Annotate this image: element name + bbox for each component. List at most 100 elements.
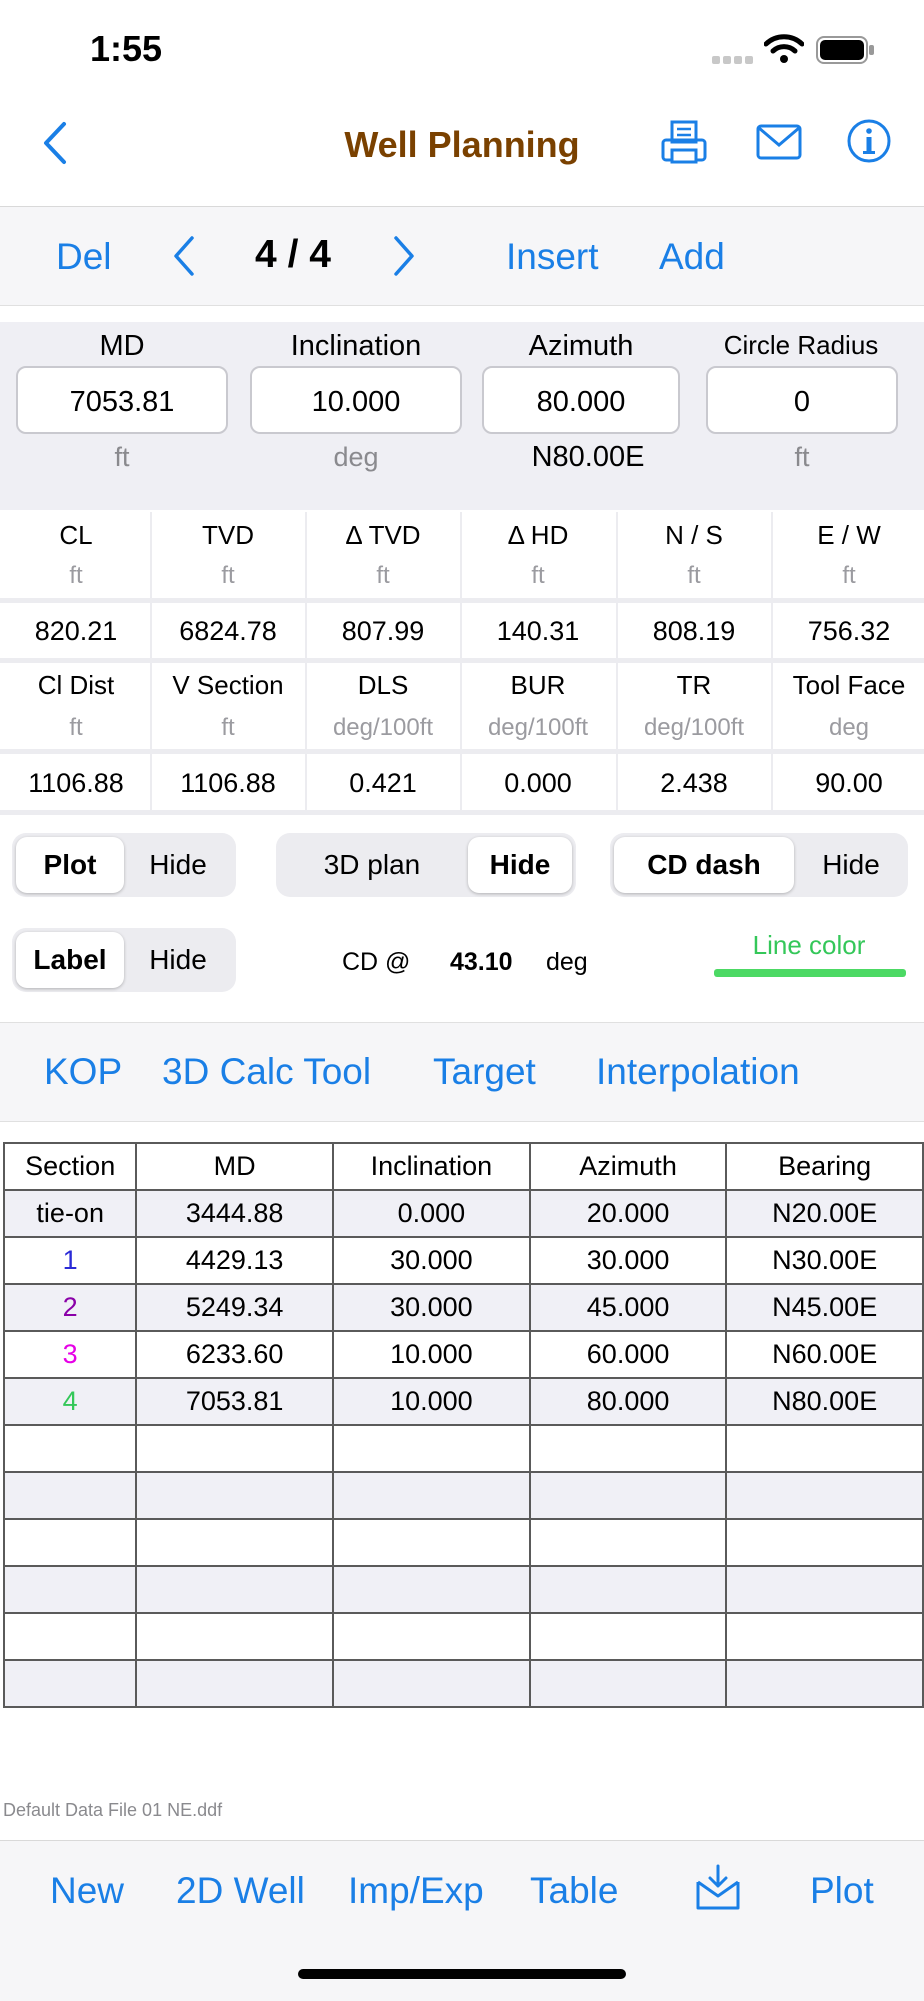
tr-header: TR	[676, 670, 712, 700]
table-cell: N30.00E	[725, 1236, 924, 1285]
tvd-header: TVD	[202, 520, 254, 550]
table-cell: 30.000	[331, 1283, 531, 1332]
next-chevron-icon[interactable]	[390, 234, 418, 278]
target-button[interactable]: Target	[433, 1051, 536, 1093]
v-section-header: V Section	[172, 670, 284, 700]
new-button[interactable]: New	[50, 1870, 124, 1912]
azimuth-bearing: N80.00E	[531, 441, 645, 473]
plan-3d-segment[interactable]: 3D plan	[280, 837, 464, 893]
table-cell: 30.000	[528, 1236, 728, 1285]
ew-value: 756.32	[807, 616, 891, 646]
inclination-input[interactable]: 10.000	[250, 366, 462, 434]
table-row[interactable]: 2 5249.34 30.000 45.000 N45.00E	[2, 1283, 924, 1332]
plot-hide-segment[interactable]: Hide	[124, 837, 232, 893]
2d-well-button[interactable]: 2D Well	[176, 1870, 305, 1912]
table-button[interactable]: Table	[530, 1870, 618, 1912]
status-time: 1:55	[90, 28, 163, 69]
previous-chevron-icon[interactable]	[170, 234, 198, 278]
line-color-button[interactable]: Line color	[712, 930, 906, 961]
delta-tvd-header: Δ TVD	[345, 520, 421, 550]
v-section-value: 1106.88	[180, 768, 276, 798]
ns-header: N / S	[665, 520, 723, 550]
delta-tvd-value: 807.99	[341, 616, 425, 646]
ew-header: E / W	[817, 520, 881, 550]
table-cell: 60.000	[528, 1330, 728, 1379]
table-header: MD	[135, 1142, 334, 1191]
md-label: MD	[99, 330, 145, 362]
dls-unit: deg/100ft	[332, 714, 434, 741]
table-cell: 7053.81	[135, 1377, 334, 1426]
table-header-row: Section MD Inclination Azimuth Bearing	[2, 1142, 924, 1191]
label-hide-segment[interactable]: Hide	[124, 932, 232, 988]
tvd-value: 6824.78	[179, 616, 277, 646]
3d-calc-tool-button[interactable]: 3D Calc Tool	[162, 1051, 371, 1093]
label-on-segment[interactable]: Label	[16, 932, 124, 988]
table-row-empty[interactable]	[2, 1565, 924, 1614]
plot-on-segment[interactable]: Plot	[16, 837, 124, 893]
delete-button[interactable]: Del	[56, 236, 112, 278]
table-cell: 4	[2, 1377, 138, 1426]
cd-angle-value[interactable]: 43.10	[450, 948, 513, 977]
table-cell: N80.00E	[725, 1377, 924, 1426]
table-header: Azimuth	[528, 1142, 728, 1191]
tvd-unit: ft	[221, 562, 235, 589]
table-cell: 20.000	[528, 1189, 728, 1238]
table-row[interactable]: 3 6233.60 10.000 60.000 N60.00E	[2, 1330, 924, 1379]
tool-face-unit: deg	[828, 714, 870, 741]
kop-button[interactable]: KOP	[44, 1051, 122, 1093]
print-icon[interactable]	[660, 118, 710, 166]
delta-hd-value: 140.31	[496, 616, 580, 646]
cl-unit: ft	[69, 562, 83, 589]
table-cell: 0.000	[331, 1189, 531, 1238]
table-header: Inclination	[331, 1142, 531, 1191]
cd-dash-segment[interactable]: CD dash	[614, 837, 794, 893]
sections-table: Section MD Inclination Azimuth Bearing t…	[2, 1142, 924, 1708]
table-cell: 10.000	[331, 1377, 531, 1426]
cd-hide-segment[interactable]: Hide	[798, 837, 904, 893]
add-button[interactable]: Add	[659, 236, 725, 278]
line-color-swatch[interactable]	[714, 969, 906, 977]
ew-unit: ft	[842, 562, 856, 589]
cd-angle-unit: deg	[546, 948, 588, 976]
v-section-unit: ft	[221, 714, 235, 741]
dls-value: 0.421	[349, 768, 417, 798]
table-cell: 45.000	[528, 1283, 728, 1332]
azimuth-input[interactable]: 80.000	[482, 366, 680, 434]
table-cell: 30.000	[331, 1236, 531, 1285]
table-cell: 3	[2, 1330, 138, 1379]
table-cell: 3444.88	[135, 1189, 334, 1238]
tool-face-header: Tool Face	[792, 670, 906, 700]
mail-icon[interactable]	[756, 124, 802, 160]
data-file-name: Default Data File 01 NE.ddf	[3, 1800, 223, 1820]
insert-button[interactable]: Insert	[506, 236, 599, 278]
plan-hide-segment[interactable]: Hide	[468, 837, 572, 893]
ns-unit: ft	[687, 562, 701, 589]
table-row-empty[interactable]	[2, 1424, 924, 1473]
section-toolbar	[0, 207, 924, 306]
table-row-empty[interactable]	[2, 1659, 924, 1708]
table-row-empty[interactable]	[2, 1471, 924, 1520]
info-icon[interactable]	[846, 118, 892, 164]
plot-toggle: Plot Hide	[12, 833, 236, 897]
table-cell: 10.000	[331, 1330, 531, 1379]
table-cell: N45.00E	[725, 1283, 924, 1332]
tool-face-value: 90.00	[815, 768, 883, 798]
closure-distance-unit: ft	[69, 714, 83, 741]
md-input[interactable]: 7053.81	[16, 366, 228, 434]
cd-at-label: CD @	[342, 948, 411, 976]
table-row[interactable]: tie-on 3444.88 0.000 20.000 N20.00E	[2, 1189, 924, 1238]
table-row-empty[interactable]	[2, 1612, 924, 1661]
table-row[interactable]: 1 4429.13 30.000 30.000 N30.00E	[2, 1236, 924, 1285]
circle-radius-input[interactable]: 0	[706, 366, 898, 434]
table-row[interactable]: 4 7053.81 10.000 80.000 N80.00E	[2, 1377, 924, 1426]
table-row-empty[interactable]	[2, 1518, 924, 1567]
dls-header: DLS	[357, 670, 409, 700]
table-cell: 4429.13	[135, 1236, 334, 1285]
label-toggle: Label Hide	[12, 928, 236, 992]
closure-distance-header: Cl Dist	[37, 670, 115, 700]
bur-header: BUR	[510, 670, 566, 700]
import-export-button[interactable]: Imp/Exp	[348, 1870, 484, 1912]
interpolation-button[interactable]: Interpolation	[596, 1051, 800, 1093]
tray-download-icon[interactable]	[694, 1864, 742, 1912]
plot-button[interactable]: Plot	[810, 1870, 874, 1912]
